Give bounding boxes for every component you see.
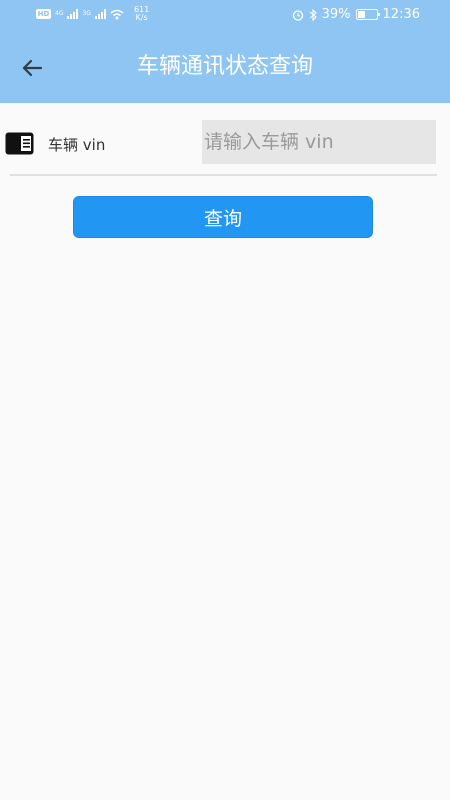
bluetooth-icon: [309, 8, 317, 21]
app-bar: 车辆通讯状态查询: [0, 30, 450, 103]
vin-input[interactable]: [202, 120, 436, 164]
signal-icon: [67, 9, 79, 19]
wifi-icon: [110, 9, 124, 19]
status-left: HD 4G 3G 611 K/s: [36, 6, 149, 22]
sim2-network-type: 3G: [82, 10, 91, 17]
page-title: 车辆通讯状态查询: [136, 54, 313, 79]
vin-form-row: 车辆 vin: [0, 112, 450, 174]
divider: [10, 174, 437, 176]
arrow-left-icon: [22, 59, 43, 77]
card-icon: [5, 132, 34, 155]
status-right: 39% 12:36: [292, 7, 420, 22]
alarm-icon: [292, 9, 303, 21]
back-button[interactable]: [12, 48, 52, 88]
battery-percent: 39%: [321, 7, 351, 22]
network-speed: 611 K/s: [134, 6, 149, 22]
query-button[interactable]: 查询: [73, 196, 373, 238]
vin-label: 车辆 vin: [48, 136, 106, 154]
clock: 12:36: [382, 7, 420, 22]
status-bar: HD 4G 3G 611 K/s 39% 12:36: [0, 0, 450, 30]
sim1-network-type: 4G: [55, 10, 64, 17]
battery-icon: [355, 9, 380, 20]
network-speed-unit: K/s: [135, 13, 148, 22]
hd-badge: HD: [36, 9, 51, 19]
signal-icon: [94, 9, 106, 19]
